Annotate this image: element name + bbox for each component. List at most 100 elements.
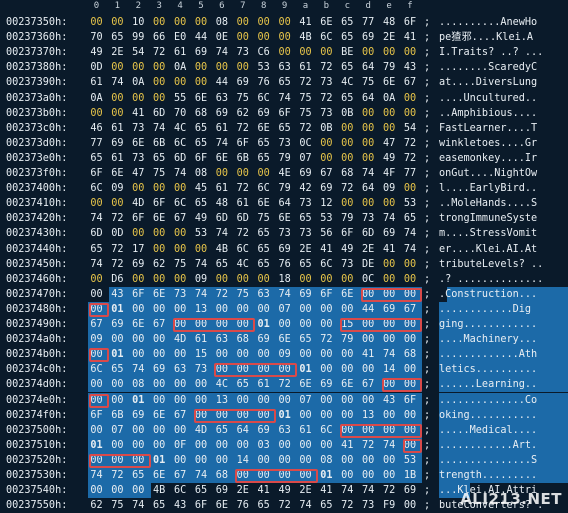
hex-byte[interactable]: 18 bbox=[276, 272, 293, 287]
hex-byte[interactable]: 00 bbox=[88, 377, 105, 392]
hex-byte[interactable]: 00 bbox=[172, 181, 189, 196]
hex-byte[interactable]: 65 bbox=[339, 60, 356, 75]
hex-byte[interactable]: 61 bbox=[213, 121, 230, 136]
hex-byte[interactable]: 2E bbox=[297, 483, 314, 498]
hex-byte[interactable]: 69 bbox=[130, 257, 147, 272]
hex-byte[interactable]: 0A bbox=[130, 75, 147, 90]
hex-byte[interactable]: 72 bbox=[234, 181, 251, 196]
hex-byte[interactable]: 00 bbox=[276, 453, 293, 468]
hex-byte[interactable]: 47 bbox=[130, 166, 147, 181]
hex-byte[interactable]: 00 bbox=[88, 106, 105, 121]
hex-byte[interactable]: 00 bbox=[109, 106, 126, 121]
hex-byte[interactable]: 00 bbox=[193, 393, 210, 408]
hex-byte[interactable]: 65 bbox=[213, 257, 230, 272]
hex-byte[interactable]: 09 bbox=[276, 347, 293, 362]
hex-byte[interactable]: 61 bbox=[297, 60, 314, 75]
hex-byte[interactable]: 07 bbox=[297, 393, 314, 408]
hex-byte[interactable]: 6B bbox=[151, 136, 168, 151]
hex-byte[interactable]: 00 bbox=[151, 75, 168, 90]
hex-byte[interactable]: 73 bbox=[276, 136, 293, 151]
hex-byte[interactable]: 69 bbox=[276, 242, 293, 257]
hex-byte[interactable]: 6D bbox=[360, 226, 377, 241]
hex-byte[interactable]: 63 bbox=[213, 332, 230, 347]
hex-byte[interactable]: 72 bbox=[297, 121, 314, 136]
hex-byte[interactable]: 74 bbox=[193, 287, 210, 302]
hex-byte[interactable]: 67 bbox=[402, 302, 419, 317]
hex-byte[interactable]: 00 bbox=[234, 15, 251, 30]
hex-byte[interactable]: 00 bbox=[130, 302, 147, 317]
hex-byte[interactable]: 01 bbox=[255, 317, 272, 332]
hex-byte[interactable]: 68 bbox=[339, 166, 356, 181]
hex-byte[interactable]: 00 bbox=[234, 272, 251, 287]
hex-byte[interactable]: 6C bbox=[172, 483, 189, 498]
hex-byte[interactable]: 6E bbox=[255, 121, 272, 136]
hex-byte[interactable]: 00 bbox=[360, 106, 377, 121]
hex-byte[interactable]: 61 bbox=[234, 196, 251, 211]
hex-byte[interactable]: 00 bbox=[360, 393, 377, 408]
hex-byte[interactable]: 10 bbox=[130, 15, 147, 30]
hex-byte[interactable]: 0B bbox=[339, 106, 356, 121]
hex-byte[interactable]: 00 bbox=[318, 45, 335, 60]
hex-byte[interactable]: 00 bbox=[276, 317, 293, 332]
hex-byte[interactable]: 6F bbox=[234, 136, 251, 151]
hex-byte[interactable]: 03 bbox=[255, 438, 272, 453]
hex-byte[interactable]: 00 bbox=[276, 45, 293, 60]
hex-byte[interactable]: 72 bbox=[318, 60, 335, 75]
hex-byte[interactable]: 00 bbox=[234, 166, 251, 181]
hex-byte[interactable]: 65 bbox=[151, 151, 168, 166]
hex-byte[interactable]: 00 bbox=[172, 272, 189, 287]
hex-byte[interactable]: 00 bbox=[151, 332, 168, 347]
hex-byte[interactable]: 00 bbox=[151, 272, 168, 287]
hex-byte[interactable]: 00 bbox=[234, 347, 251, 362]
hex-byte[interactable]: 14 bbox=[234, 453, 251, 468]
hex-byte[interactable]: 65 bbox=[88, 242, 105, 257]
hex-byte[interactable]: 74 bbox=[381, 211, 398, 226]
hex-byte[interactable]: 6C bbox=[318, 257, 335, 272]
hex-byte[interactable]: 00 bbox=[255, 272, 272, 287]
hex-byte[interactable]: 0D bbox=[88, 60, 105, 75]
hex-byte[interactable]: 74 bbox=[88, 468, 105, 483]
hex-byte[interactable]: 00 bbox=[402, 272, 419, 287]
hex-byte[interactable]: 00 bbox=[318, 408, 335, 423]
hex-byte[interactable]: 68 bbox=[213, 468, 230, 483]
hex-byte[interactable]: 08 bbox=[318, 453, 335, 468]
hex-byte[interactable]: 65 bbox=[276, 121, 293, 136]
hex-byte[interactable]: 41 bbox=[402, 30, 419, 45]
hex-byte[interactable]: 69 bbox=[360, 30, 377, 45]
hex-byte[interactable]: 4D bbox=[172, 332, 189, 347]
hex-byte[interactable]: 74 bbox=[109, 75, 126, 90]
hex-byte[interactable]: 08 bbox=[213, 15, 230, 30]
hex-byte[interactable]: 00 bbox=[130, 483, 147, 498]
hex-byte[interactable]: 6B bbox=[109, 408, 126, 423]
hex-byte[interactable]: 6E bbox=[276, 211, 293, 226]
hex-byte[interactable]: 00 bbox=[360, 196, 377, 211]
hex-byte[interactable]: 69 bbox=[255, 106, 272, 121]
hex-byte[interactable]: 6E bbox=[109, 166, 126, 181]
hex-byte[interactable]: 43 bbox=[402, 60, 419, 75]
hex-byte[interactable]: 6E bbox=[297, 377, 314, 392]
hex-byte[interactable]: 00 bbox=[88, 196, 105, 211]
hex-byte[interactable]: 2E bbox=[381, 30, 398, 45]
hex-byte[interactable]: 61 bbox=[88, 75, 105, 90]
hex-byte[interactable]: 41 bbox=[381, 242, 398, 257]
hex-byte[interactable]: 00 bbox=[172, 423, 189, 438]
hex-byte[interactable]: 00 bbox=[318, 272, 335, 287]
hex-byte[interactable]: 00 bbox=[381, 272, 398, 287]
hex-byte[interactable]: 6C bbox=[318, 423, 335, 438]
hex-byte[interactable]: 75 bbox=[151, 166, 168, 181]
hex-byte[interactable]: 49 bbox=[339, 242, 356, 257]
hex-byte[interactable]: 0A bbox=[381, 91, 398, 106]
hex-byte[interactable]: 00 bbox=[88, 15, 105, 30]
hex-byte[interactable]: 69 bbox=[213, 483, 230, 498]
hex-byte[interactable]: 00 bbox=[151, 15, 168, 30]
hex-byte[interactable]: 6D bbox=[172, 151, 189, 166]
hex-byte[interactable]: 00 bbox=[88, 272, 105, 287]
hex-byte[interactable]: 43 bbox=[109, 287, 126, 302]
hex-byte[interactable]: 01 bbox=[109, 347, 126, 362]
hex-byte[interactable]: 00 bbox=[172, 302, 189, 317]
hex-byte[interactable]: 01 bbox=[88, 438, 105, 453]
hex-byte[interactable]: 00 bbox=[297, 408, 314, 423]
hex-byte[interactable]: 00 bbox=[172, 377, 189, 392]
hex-byte[interactable]: 6B bbox=[234, 151, 251, 166]
hex-byte[interactable]: 00 bbox=[297, 453, 314, 468]
